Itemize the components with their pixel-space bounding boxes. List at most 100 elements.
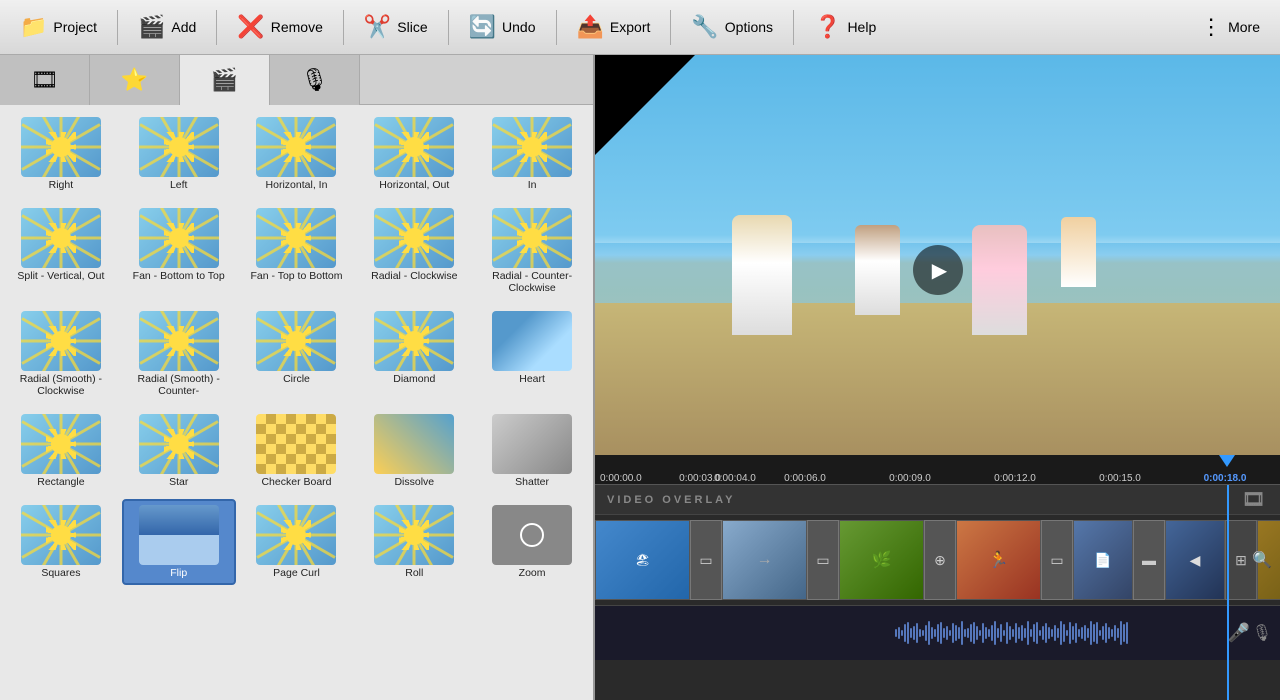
transition-zoom[interactable]: Zoom <box>475 499 589 586</box>
play-button[interactable] <box>913 245 963 295</box>
transition-right[interactable]: Right <box>4 111 118 198</box>
main-area: 🎞 ⭐ 🎬 🎙 Right Left <box>0 55 1280 700</box>
playhead-line <box>1227 485 1229 700</box>
transition-flip[interactable]: Flip <box>122 499 236 586</box>
audio-scroll-icon[interactable]: 🎙 <box>1252 623 1272 643</box>
slice-button[interactable]: ✂️ Slice <box>352 8 440 46</box>
transition-split-vertical-out[interactable]: Split - Vertical, Out <box>4 202 118 301</box>
waveform-bar <box>1006 622 1008 644</box>
waveform-bar <box>958 627 960 639</box>
overlay-label-text: VIDEO OVERLAY <box>607 494 735 506</box>
options-button[interactable]: 🔧 Options <box>679 8 785 46</box>
project-icon: 📁 <box>20 14 47 40</box>
transition-heart[interactable]: Heart <box>475 305 589 404</box>
transition-thumb-rcc <box>492 208 572 268</box>
waveform-bar <box>1078 629 1080 637</box>
transition-horizontal-out[interactable]: Horizontal, Out <box>357 111 471 198</box>
clip-4[interactable]: 🏃 <box>956 520 1041 600</box>
waveform-bar <box>955 625 957 641</box>
transition-left[interactable]: Left <box>122 111 236 198</box>
transition-circle[interactable]: Circle <box>240 305 354 404</box>
project-button[interactable]: 📁 Project <box>8 8 109 46</box>
undo-button[interactable]: 🔄 Undo <box>457 8 548 46</box>
waveform-bar <box>1027 621 1029 645</box>
separator <box>556 10 557 45</box>
transition-dissolve[interactable]: Dissolve <box>357 408 471 495</box>
waveform-bar <box>997 628 999 638</box>
transitions-grid: Right Left Horizontal, In Horizontal, Ou… <box>4 111 589 585</box>
waveform-bar <box>928 621 930 645</box>
transition-1[interactable]: ▭ <box>690 520 722 600</box>
remove-label: Remove <box>271 19 323 35</box>
waveform-bar <box>1012 629 1014 637</box>
transition-in[interactable]: In <box>475 111 589 198</box>
add-button[interactable]: 🎬 Add <box>126 8 208 46</box>
remove-button[interactable]: ❌ Remove <box>225 8 335 46</box>
waveform-bar <box>1060 621 1062 645</box>
separator <box>216 10 217 45</box>
more-button[interactable]: ⋮ More <box>1188 8 1272 46</box>
waveform-bar <box>1009 626 1011 640</box>
undo-icon: 🔄 <box>469 14 496 40</box>
transition-4[interactable]: ▭ <box>1041 520 1073 600</box>
transition-thumb-rect <box>21 414 101 474</box>
tab-favorites[interactable]: ⭐ <box>90 55 180 105</box>
mic-icon[interactable]: 🎤 <box>1228 623 1250 644</box>
transition-page-curl[interactable]: Page Curl <box>240 499 354 586</box>
transition-star[interactable]: Star <box>122 408 236 495</box>
transition-fan-bottom-top[interactable]: Fan - Bottom to Top <box>122 202 236 301</box>
waveform-bar <box>1123 624 1125 642</box>
tab-effects[interactable]: 🎞 <box>0 55 90 105</box>
options-icon: 🔧 <box>691 14 718 40</box>
help-icon: ❓ <box>814 14 841 40</box>
time-mark-4: 0:00:04.0 <box>714 473 756 484</box>
transition-rectangle[interactable]: Rectangle <box>4 408 118 495</box>
waveform <box>895 613 1128 653</box>
timeline-scroll-icon[interactable]: 🔍 <box>1252 550 1272 570</box>
clip-5[interactable]: 📄 <box>1073 520 1133 600</box>
clip-2[interactable]: → <box>722 520 807 600</box>
transition-diamond[interactable]: Diamond <box>357 305 471 404</box>
transition-horizontal-in[interactable]: Horizontal, In <box>240 111 354 198</box>
tab-transitions[interactable]: 🎬 <box>180 55 270 105</box>
waveform-bar <box>1036 622 1038 644</box>
transition-shatter[interactable]: Shatter <box>475 408 589 495</box>
waveform-bar <box>931 627 933 639</box>
transition-roll[interactable]: Roll <box>357 499 471 586</box>
more-icon: ⋮ <box>1200 14 1222 40</box>
help-button[interactable]: ❓ Help <box>802 8 888 46</box>
waveform-bar <box>964 629 966 637</box>
waveform-bar <box>1081 627 1083 639</box>
transition-checker-board[interactable]: Checker Board <box>240 408 354 495</box>
more-label: More <box>1228 19 1260 35</box>
transition-thumb-pagecurl <box>256 505 336 565</box>
waveform-bar <box>922 630 924 636</box>
add-label: Add <box>171 19 196 35</box>
transition-radial-smooth-clockwise[interactable]: Radial (Smooth) - Clockwise <box>4 305 118 404</box>
waveform-bar <box>916 623 918 643</box>
waveform-bar <box>1087 628 1089 638</box>
clip-3[interactable]: 🌿 <box>839 520 924 600</box>
clip-6[interactable]: ◀ <box>1165 520 1225 600</box>
tab-audio[interactable]: 🎙 <box>270 55 360 105</box>
right-area: 0:00:00.0 0:00:03.0 0:00:04.0 0:00:06.0 … <box>595 55 1280 700</box>
clip-1[interactable]: 🏖 <box>595 520 690 600</box>
transition-5[interactable]: ▬ <box>1133 520 1165 600</box>
export-button[interactable]: 📤 Export <box>565 8 663 46</box>
waveform-bar <box>1000 624 1002 642</box>
waveform-bar <box>943 628 945 638</box>
preview-area <box>595 55 1280 455</box>
transition-radial-smooth-counter[interactable]: Radial (Smooth) - Counter- <box>122 305 236 404</box>
transition-radial-counter-clockwise[interactable]: Radial - Counter- Clockwise <box>475 202 589 301</box>
transition-fan-top-bottom[interactable]: Fan - Top to Bottom <box>240 202 354 301</box>
waveform-bar <box>925 625 927 641</box>
transition-2[interactable]: ▭ <box>807 520 839 600</box>
transition-3[interactable]: ⊕ <box>924 520 956 600</box>
overlay-label: VIDEO OVERLAY 🎞 <box>595 485 1280 515</box>
slice-label: Slice <box>397 19 427 35</box>
waveform-bar <box>994 621 996 645</box>
transition-radial-clockwise[interactable]: Radial - Clockwise <box>357 202 471 301</box>
waveform-bar <box>898 627 900 639</box>
person4 <box>1061 217 1096 287</box>
transition-squares[interactable]: Squares <box>4 499 118 586</box>
